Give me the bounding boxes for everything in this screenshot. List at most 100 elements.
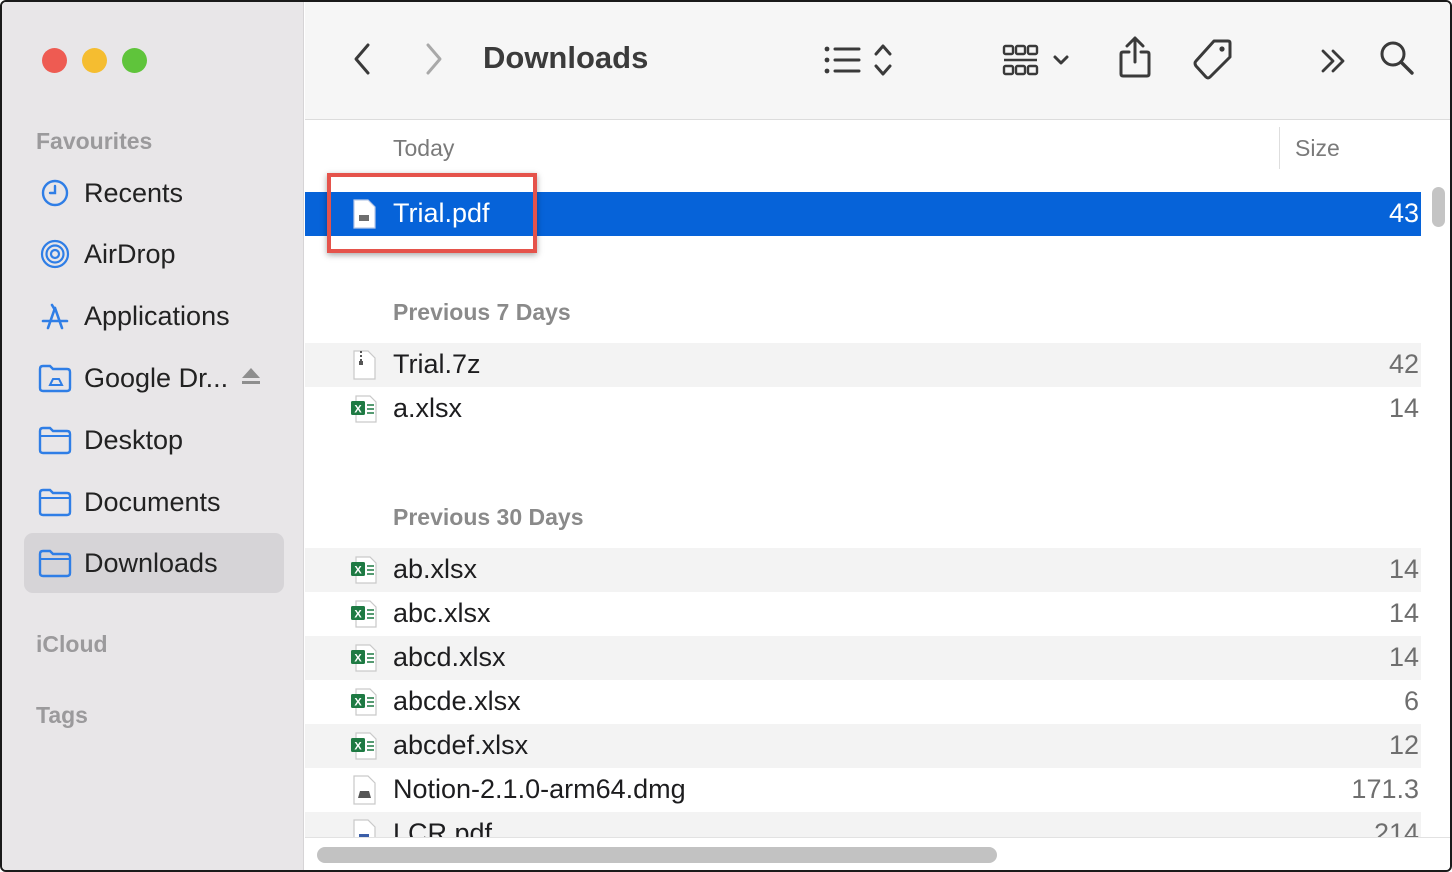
- search-icon: [1378, 39, 1416, 82]
- file-name: abcdef.xlsx: [393, 730, 529, 760]
- file-name: a.xlsx: [393, 393, 463, 423]
- share-button[interactable]: [1115, 34, 1155, 84]
- svg-text:X: X: [354, 741, 362, 753]
- disk-image-icon: [349, 774, 379, 806]
- file-name: abcd.xlsx: [393, 642, 506, 672]
- sidebar-item-downloads[interactable]: Downloads: [24, 533, 284, 593]
- close-window-button[interactable]: [42, 48, 67, 73]
- sidebar-item-recents[interactable]: Recents: [24, 163, 284, 223]
- vertical-scrollbar[interactable]: [1432, 187, 1445, 227]
- file-size: 43: [1388, 198, 1419, 228]
- finder-window: Favourites Recents AirDrop Applications …: [0, 0, 1452, 872]
- file-row-abcd-xlsx[interactable]: X abcd.xlsx 14: [305, 636, 1421, 680]
- sidebar-item-label: Google Dr...: [84, 362, 229, 393]
- excel-file-icon: X: [349, 554, 379, 586]
- excel-file-icon: X: [349, 686, 379, 718]
- pdf-file-icon: [349, 818, 379, 838]
- file-row-abcde-xlsx[interactable]: X abcde.xlsx 6: [305, 680, 1421, 724]
- back-chevron-icon: [352, 42, 372, 81]
- sidebar-item-label: Applications: [84, 300, 230, 331]
- group-button[interactable]: [1001, 40, 1077, 84]
- column-header-size[interactable]: Size: [1295, 135, 1340, 162]
- sidebar-item-label: Documents: [84, 486, 221, 517]
- sidebar-item-label: Downloads: [84, 547, 218, 578]
- forward-button[interactable]: [417, 40, 451, 82]
- sidebar-item-desktop[interactable]: Desktop: [24, 410, 284, 470]
- excel-file-icon: X: [349, 393, 379, 425]
- file-size: 12: [1388, 730, 1419, 760]
- back-button[interactable]: [345, 40, 379, 82]
- eject-icon[interactable]: [240, 366, 262, 391]
- group-label-previous-7-days: Previous 7 Days: [393, 299, 571, 325]
- file-row-notion-dmg[interactable]: Notion-2.1.0-arm64.dmg 171.3: [305, 768, 1421, 812]
- search-button[interactable]: [1377, 38, 1417, 82]
- file-size: 214: [1373, 818, 1419, 838]
- file-list: Today Size Trial.pdf 43 Previous 7 Days …: [305, 121, 1450, 870]
- sidebar-item-applications[interactable]: Applications: [24, 286, 284, 346]
- file-row-a-xlsx[interactable]: X a.xlsx 14: [305, 387, 1421, 431]
- highlight-annotation-box: [327, 173, 537, 253]
- file-row-ab-xlsx[interactable]: X ab.xlsx 14: [305, 548, 1421, 592]
- sidebar-item-google-drive[interactable]: Google Dr...: [24, 348, 284, 408]
- tag-icon: [1192, 37, 1234, 86]
- minimize-window-button[interactable]: [82, 48, 107, 73]
- file-name: ab.xlsx: [393, 554, 478, 584]
- sidebar-item-label: Desktop: [84, 424, 184, 455]
- column-divider[interactable]: [1279, 127, 1280, 169]
- more-toolbar-button[interactable]: [1315, 42, 1351, 84]
- sidebar: Favourites Recents AirDrop Applications …: [2, 2, 304, 870]
- file-size: 14: [1388, 642, 1419, 672]
- file-size: 14: [1388, 554, 1419, 584]
- file-size: 14: [1388, 598, 1419, 628]
- svg-text:X: X: [354, 653, 362, 665]
- folder-icon: [38, 546, 72, 580]
- airdrop-icon: [38, 237, 72, 271]
- sidebar-item-documents[interactable]: Documents: [24, 472, 284, 532]
- horizontal-scrollbar[interactable]: [317, 847, 997, 863]
- file-name: abcde.xlsx: [393, 686, 521, 716]
- svg-text:X: X: [354, 565, 362, 577]
- sidebar-heading-favourites: Favourites: [36, 128, 153, 154]
- file-row-lcr-pdf[interactable]: LCR.pdf 214: [305, 812, 1421, 838]
- toolbar: Downloads: [305, 2, 1450, 120]
- file-size: 42: [1388, 349, 1419, 379]
- file-row-abcdef-xlsx[interactable]: X abcdef.xlsx 12: [305, 724, 1421, 768]
- horizontal-scroll-track: [305, 837, 1450, 838]
- column-header: Today Size: [305, 121, 1450, 175]
- excel-file-icon: X: [349, 598, 379, 630]
- archive-file-icon: [349, 349, 379, 381]
- excel-file-icon: X: [349, 730, 379, 762]
- svg-text:X: X: [354, 697, 362, 709]
- list-view-icon: [821, 40, 897, 85]
- window-title: Downloads: [483, 40, 649, 75]
- file-name: abc.xlsx: [393, 598, 491, 628]
- file-name: Trial.7z: [393, 349, 481, 379]
- group-label-previous-30-days: Previous 30 Days: [393, 504, 584, 530]
- sidebar-item-airdrop[interactable]: AirDrop: [24, 224, 284, 284]
- window-controls: [42, 48, 147, 73]
- svg-text:X: X: [354, 404, 362, 416]
- file-name: Notion-2.1.0-arm64.dmg: [393, 774, 686, 804]
- file-name: LCR.pdf: [393, 818, 493, 838]
- excel-file-icon: X: [349, 642, 379, 674]
- sidebar-item-label: Recents: [84, 177, 184, 208]
- zoom-window-button[interactable]: [122, 48, 147, 73]
- applications-icon: [38, 299, 72, 333]
- view-options-button[interactable]: [821, 40, 897, 84]
- file-row-abc-xlsx[interactable]: X abc.xlsx 14: [305, 592, 1421, 636]
- google-drive-folder-icon: [38, 361, 72, 395]
- column-header-name[interactable]: Today: [393, 135, 454, 162]
- sidebar-heading-tags[interactable]: Tags: [36, 702, 88, 729]
- tag-button[interactable]: [1191, 38, 1235, 84]
- more-chevrons-icon: [1317, 45, 1349, 82]
- share-icon: [1117, 34, 1153, 85]
- sidebar-item-label: AirDrop: [84, 238, 176, 269]
- file-size: 171.3: [1351, 774, 1419, 804]
- group-view-icon: [1001, 40, 1077, 85]
- file-size: 6: [1403, 686, 1419, 716]
- file-row-trial-7z[interactable]: Trial.7z 42: [305, 343, 1421, 387]
- folder-icon: [38, 485, 72, 519]
- sidebar-heading-icloud[interactable]: iCloud: [36, 631, 108, 658]
- svg-text:X: X: [354, 609, 362, 621]
- folder-icon: [38, 423, 72, 457]
